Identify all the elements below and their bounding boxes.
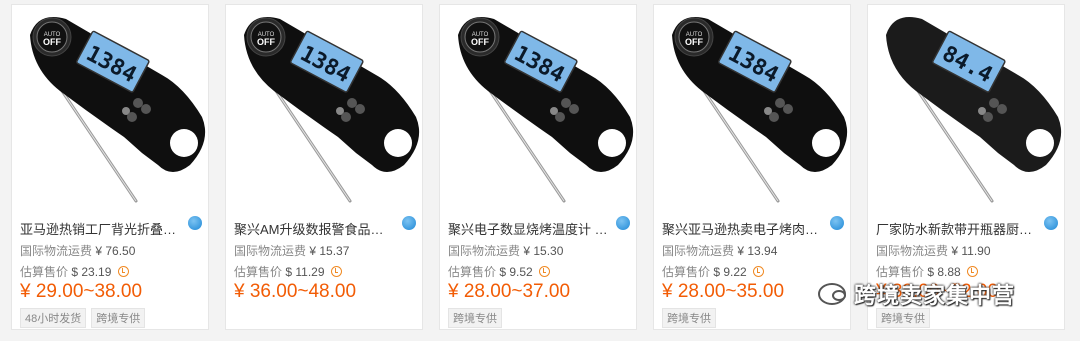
svg-text:OFF: OFF	[257, 37, 275, 47]
globe-icon	[616, 216, 630, 230]
estimate-row: 估算售价 $ 9.22	[662, 263, 765, 280]
shipping-row: 国际物流运费 ¥ 76.50	[20, 244, 136, 258]
tag: 跨境专供	[448, 308, 502, 328]
svg-text:OFF: OFF	[43, 37, 61, 47]
watermark-text: 跨境卖家集中营	[854, 283, 1016, 308]
clock-icon	[330, 266, 342, 277]
globe-icon	[188, 216, 202, 230]
shipping-row: 国际物流运费 ¥ 15.37	[234, 244, 350, 258]
price: ¥ 28.00~35.00	[662, 281, 785, 302]
estimate-row: 估算售价 $ 9.52	[448, 263, 551, 280]
svg-text:OFF: OFF	[685, 37, 703, 47]
product-image[interactable]: 1384 AUTO OFF	[226, 5, 422, 203]
shipping-row: 国际物流运费 ¥ 11.90	[876, 244, 991, 258]
product-image[interactable]: 1384 AUTO OFF	[654, 5, 850, 203]
product-card[interactable]: 1384 AUTO OFF 亚马逊热销工厂背光折叠探针B... 国际物流运费 ¥…	[11, 4, 209, 330]
product-card[interactable]: 1384 AUTO OFF 聚兴电子数显烧烤温度计 背光... 国际物流运费 ¥…	[439, 4, 637, 330]
clock-icon	[967, 266, 979, 277]
product-title[interactable]: 亚马逊热销工厂背光折叠探针B...	[20, 219, 182, 238]
estimate-row: 估算售价 $ 11.29	[234, 263, 342, 280]
tag: 48小时发货	[20, 308, 87, 328]
product-image[interactable]: 1384 AUTO OFF	[12, 5, 208, 203]
tag-list: 48小时发货 跨境专供	[20, 308, 150, 328]
product-card[interactable]: 1384 AUTO OFF 聚兴AM升级数报警食品烤肉温... 国际物流运费 ¥…	[225, 4, 423, 330]
clock-icon	[117, 266, 129, 277]
globe-icon	[1044, 216, 1058, 230]
clock-icon	[539, 266, 551, 277]
globe-icon	[830, 216, 844, 230]
globe-icon	[402, 216, 416, 230]
estimate-row: 估算售价 $ 23.19	[20, 263, 129, 280]
clock-icon	[753, 266, 765, 277]
tag-list: 跨境专供	[662, 308, 721, 328]
svg-text:OFF: OFF	[471, 37, 489, 47]
watermark: 跨境卖家集中营	[818, 279, 1015, 309]
tag-list: 跨境专供	[876, 308, 935, 328]
tag: 跨境专供	[91, 308, 146, 328]
price: ¥ 36.00~48.00	[234, 281, 357, 302]
tag-list: 跨境专供	[448, 308, 507, 328]
tag: 跨境专供	[662, 308, 716, 328]
product-image[interactable]: 84.4	[868, 5, 1064, 203]
tag: 跨境专供	[876, 308, 930, 328]
product-title[interactable]: 聚兴亚马逊热卖电子烤肉厨房...	[662, 219, 824, 238]
product-title[interactable]: 厂家防水新款带开瓶器厨房食...	[876, 219, 1038, 238]
product-title[interactable]: 聚兴AM升级数报警食品烤肉温...	[234, 219, 396, 238]
product-image[interactable]: 1384 AUTO OFF	[440, 5, 636, 203]
shipping-row: 国际物流运费 ¥ 15.30	[448, 244, 564, 258]
price: ¥ 28.00~37.00	[448, 281, 571, 302]
shipping-row: 国际物流运费 ¥ 13.94	[662, 244, 778, 258]
price: ¥ 29.00~38.00	[20, 281, 143, 302]
wechat-icon	[818, 283, 846, 305]
product-title[interactable]: 聚兴电子数显烧烤温度计 背光...	[448, 219, 610, 238]
